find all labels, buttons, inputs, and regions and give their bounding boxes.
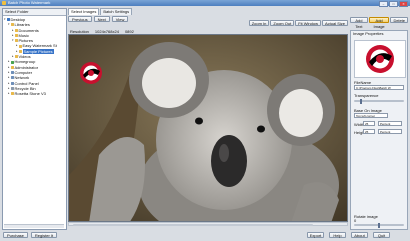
folder-tree: ▾ Desktop ▾ Libraries ▸ Documents ▸ Music ▾ Pictu… <box>3 16 66 96</box>
scroll-thumb[interactable] <box>73 223 313 226</box>
app-icon <box>2 1 6 5</box>
width-input[interactable]: 25 <box>363 121 375 126</box>
help-button[interactable]: Help <box>329 232 346 238</box>
quit-button[interactable]: Quit <box>373 232 390 238</box>
image-properties: Image Properties FileName C:\Program Fil… <box>350 30 408 230</box>
fit-window-button[interactable]: Fit Window <box>295 20 321 26</box>
koala-photo <box>69 35 347 221</box>
filename-field[interactable]: C:\Program Files\Batch W <box>354 85 404 90</box>
folder-icon <box>14 28 18 32</box>
height-unit-select[interactable]: Percent <box>378 129 402 134</box>
zoom-out-button[interactable]: Zoom Out <box>270 20 295 26</box>
purchase-button[interactable]: Purchase <box>3 232 28 238</box>
add-text-button[interactable]: Add Text <box>350 17 368 29</box>
delete-button[interactable]: Delete <box>390 17 408 23</box>
bottom-left-buttons: Purchase Register It <box>3 232 58 238</box>
zoom-in-button[interactable]: Zoom In <box>248 20 270 26</box>
folder-icon <box>14 34 18 38</box>
height-input[interactable]: 25 <box>363 129 375 134</box>
folder-icon <box>10 81 14 85</box>
export-button[interactable]: Export <box>307 232 324 238</box>
image-viewer: Select Images Batch Settings Previous Ne… <box>68 8 348 230</box>
folder-icon <box>14 55 18 59</box>
folder-icon <box>18 44 22 48</box>
tree-item[interactable]: ▸ Rosetta Stone V3 <box>4 91 66 96</box>
hurricanes-logo <box>366 45 394 73</box>
folder-icon <box>10 87 14 90</box>
main-tabs: Select Images Batch Settings <box>68 8 348 15</box>
watermark-buttons: Add Text Add Image Delete <box>350 17 408 29</box>
window-controls: – □ ✕ <box>379 1 408 7</box>
tree-horizontal-scrollbar[interactable] <box>4 224 64 228</box>
watermark-logo[interactable] <box>80 62 102 84</box>
view-button[interactable]: View <box>111 15 129 22</box>
rotate-slider[interactable] <box>354 222 404 228</box>
minimize-icon[interactable]: – <box>379 1 388 7</box>
window-title: Batch Photo Watermark <box>8 0 51 5</box>
watermark-image-preview <box>354 40 406 78</box>
folder-icon <box>10 65 14 69</box>
previous-button[interactable]: Previous <box>68 15 92 22</box>
folder-icon <box>10 76 14 80</box>
actual-size-button[interactable]: Actual Size <box>321 20 348 26</box>
folder-icon <box>18 49 22 53</box>
tab-select-images[interactable]: Select Images <box>68 8 100 15</box>
transparence-slider[interactable] <box>354 98 404 104</box>
image-properties-header: Image Properties <box>353 31 384 36</box>
bottom-right-buttons: Export Help About Quit <box>307 232 390 238</box>
transparence-label: Transparence <box>354 93 379 98</box>
tree-item-label: Rosetta Stone V3 <box>14 91 46 97</box>
rotate-value: 0 <box>354 218 357 223</box>
folder-icon <box>10 71 14 75</box>
width-unit-select[interactable]: Percent <box>378 121 402 126</box>
image-horizontal-scrollbar[interactable] <box>68 222 348 226</box>
folder-icon <box>14 39 18 43</box>
position-select[interactable]: Top left corner <box>354 113 388 118</box>
rotate-label: Rotate image <box>354 214 378 219</box>
tab-batch-settings[interactable]: Batch Settings <box>100 8 133 15</box>
close-icon[interactable]: ✕ <box>399 1 408 7</box>
folder-panel: Select Folder ▾ Desktop ▾ Libraries ▸ Documen… <box>2 8 67 230</box>
register-button[interactable]: Register It <box>30 232 58 238</box>
folder-icon <box>10 92 14 96</box>
image-preview[interactable] <box>68 34 348 222</box>
folder-icon <box>6 18 10 22</box>
properties-panel: Add Text Add Image Delete Image Properti… <box>350 8 408 230</box>
folder-icon <box>10 23 14 27</box>
next-button[interactable]: Next <box>93 15 110 22</box>
maximize-icon[interactable]: □ <box>389 1 398 7</box>
transparence-knob[interactable] <box>359 98 362 104</box>
add-image-button[interactable]: Add Image <box>368 17 390 29</box>
zoom-toolbar: Zoom In Zoom Out Fit Window Actual Size <box>248 20 348 26</box>
folder-icon <box>10 60 14 64</box>
rotate-knob[interactable] <box>378 222 380 228</box>
about-button[interactable]: About <box>351 232 368 238</box>
folder-panel-header: Select Folder <box>3 9 66 16</box>
title-bar: Batch Photo Watermark – □ ✕ <box>0 0 410 7</box>
